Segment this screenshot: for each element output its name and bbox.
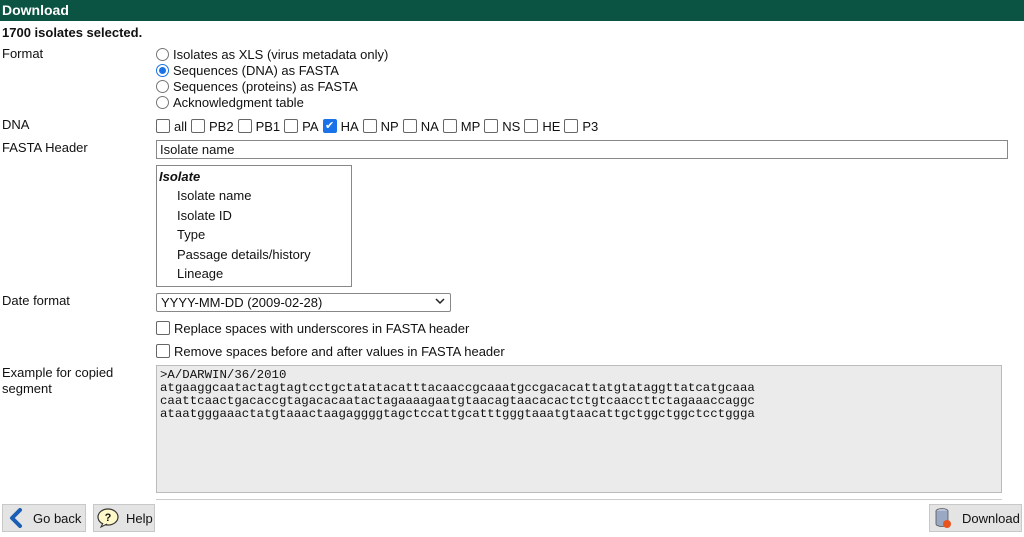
checkbox[interactable]: [156, 119, 170, 133]
divider: [156, 499, 1002, 500]
dna-checkbox-ns[interactable]: NS: [484, 119, 524, 134]
radio-button[interactable]: [156, 95, 169, 109]
list-option[interactable]: Type: [157, 225, 351, 245]
example-label-line2: segment: [2, 381, 52, 396]
date-format-select[interactable]: YYYY-MM-DD (2009-02-28): [156, 293, 451, 312]
download-label: Download: [962, 510, 1020, 526]
checkbox[interactable]: [284, 119, 299, 133]
dna-label: DNA: [2, 117, 30, 132]
remove-spaces-option[interactable]: Remove spaces before and after values in…: [156, 343, 505, 359]
checkbox[interactable]: [442, 119, 457, 133]
list-option[interactable]: Isolate ID: [157, 206, 351, 226]
format-option-dna-fasta[interactable]: Sequences (DNA) as FASTA: [156, 62, 339, 78]
checkbox-label: all: [174, 118, 188, 134]
checkbox-label: Remove spaces before and after values in…: [174, 343, 505, 359]
format-option-label: Sequences (DNA) as FASTA: [173, 62, 339, 78]
checkbox-label: NS: [502, 118, 521, 134]
date-format-value: YYYY-MM-DD (2009-02-28): [161, 295, 323, 310]
format-label: Format: [2, 46, 44, 61]
checkbox-checked[interactable]: ✔: [322, 119, 337, 133]
database-download-icon: [930, 507, 956, 529]
checkbox[interactable]: [484, 119, 499, 133]
date-format-label: Date format: [2, 293, 70, 308]
format-option-label: Isolates as XLS (virus metadata only): [173, 46, 389, 62]
checkbox-label: HA: [340, 118, 359, 134]
format-option-label: Sequences (proteins) as FASTA: [173, 78, 358, 94]
dna-checkbox-all[interactable]: all: [156, 119, 191, 134]
checkbox[interactable]: [564, 119, 579, 133]
checkbox-label: NA: [420, 118, 439, 134]
dna-checkbox-pb1[interactable]: PB1: [237, 118, 285, 134]
fasta-header-field-list[interactable]: Isolate Isolate name Isolate ID Type Pas…: [156, 165, 352, 287]
checkbox-label: NP: [380, 118, 399, 134]
checkbox[interactable]: [524, 119, 539, 133]
format-option-protein-fasta[interactable]: Sequences (proteins) as FASTA: [156, 78, 358, 94]
help-icon: ?: [94, 508, 122, 528]
help-label: Help: [126, 510, 153, 526]
download-button[interactable]: Download: [929, 504, 1022, 532]
list-option[interactable]: Isolate name: [157, 186, 351, 206]
dna-checkbox-he[interactable]: HE: [524, 119, 564, 134]
format-option-label: Acknowledgment table: [173, 94, 304, 110]
dna-checkbox-na[interactable]: NA: [402, 118, 443, 134]
fasta-header-label: FASTA Header: [2, 140, 88, 155]
dna-checkbox-pb2[interactable]: PB2: [191, 119, 238, 134]
list-option[interactable]: Lineage: [157, 264, 351, 284]
dna-checkbox-mp[interactable]: MP: [442, 118, 485, 134]
list-group-isolate: Isolate: [159, 169, 201, 184]
selection-summary: 1700 isolates selected.: [2, 25, 143, 40]
dna-checkbox-p3[interactable]: P3: [564, 119, 602, 134]
help-button[interactable]: ? Help: [93, 504, 155, 532]
checkbox[interactable]: [237, 119, 252, 133]
radio-button[interactable]: [156, 47, 169, 61]
format-option-xls[interactable]: Isolates as XLS (virus metadata only): [156, 46, 388, 62]
checkbox[interactable]: [156, 321, 170, 335]
example-sequence-textarea[interactable]: >A/DARWIN/36/2010 atgaaggcaatactagtagtcc…: [156, 365, 1002, 493]
example-label-line1: Example for copied: [2, 365, 114, 380]
window-title: Download: [0, 0, 1024, 21]
format-option-acknowledgment[interactable]: Acknowledgment table: [156, 94, 304, 110]
list-option[interactable]: Passage details/history: [157, 245, 351, 265]
back-arrow-icon: [3, 508, 29, 528]
radio-button-selected[interactable]: [156, 63, 169, 77]
checkbox-label: Replace spaces with underscores in FASTA…: [174, 320, 470, 336]
dna-checkbox-ha[interactable]: ✔ HA: [322, 118, 363, 134]
checkbox-label: PB2: [209, 118, 234, 134]
radio-button[interactable]: [156, 79, 169, 93]
go-back-label: Go back: [33, 510, 82, 526]
svg-text:?: ?: [105, 512, 112, 524]
dna-checkbox-pa[interactable]: PA: [284, 119, 322, 134]
replace-spaces-option[interactable]: Replace spaces with underscores in FASTA…: [156, 320, 469, 336]
checkbox-label: PB1: [255, 118, 281, 134]
fasta-header-input[interactable]: Isolate name: [156, 140, 1008, 159]
go-back-button[interactable]: Go back: [2, 504, 86, 532]
dna-segment-checkboxes: all PB2 PB1 PA ✔ HA NP NA MP NS HE P3: [156, 118, 602, 134]
chevron-down-icon: [435, 295, 445, 312]
checkbox-label: MP: [460, 118, 481, 134]
checkbox-label: PA: [302, 118, 319, 134]
checkbox[interactable]: [402, 119, 417, 133]
checkbox-label: HE: [542, 118, 561, 134]
checkbox-label: P3: [582, 118, 599, 134]
checkmark-icon: ✔: [324, 120, 335, 132]
checkbox[interactable]: [191, 119, 206, 133]
checkbox[interactable]: [156, 344, 170, 358]
checkbox[interactable]: [362, 119, 377, 133]
dna-checkbox-np[interactable]: NP: [362, 118, 403, 134]
